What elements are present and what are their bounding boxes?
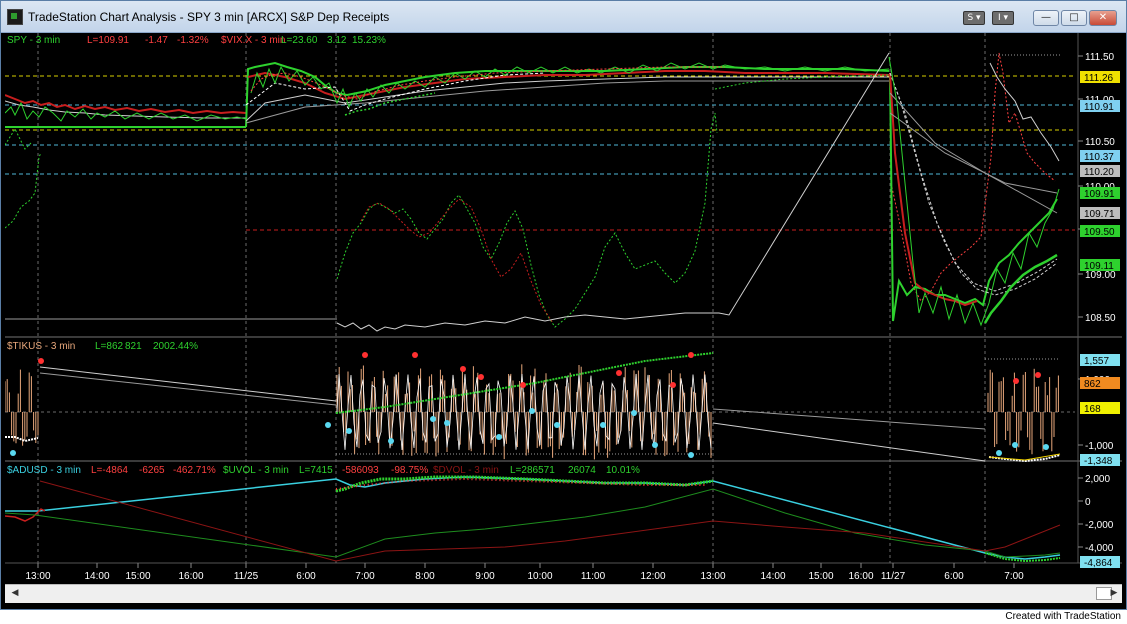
adud-percent: -462.71% <box>173 465 216 476</box>
horizontal-scrollbar[interactable]: ◀ ▶ <box>5 584 1122 603</box>
time-label: 15:00 <box>808 571 833 582</box>
title-bar[interactable]: TradeStation Chart Analysis - SPY 3 min … <box>1 1 1126 33</box>
price-tag: 109.11 <box>1084 261 1114 272</box>
axis-label: -1,000 <box>1085 441 1114 452</box>
time-label: 16:00 <box>848 571 873 582</box>
price-tag: 111.26 <box>1084 73 1114 84</box>
axis-label: 110.50 <box>1085 137 1115 148</box>
price-tag: -1,348 <box>1084 456 1113 467</box>
price-tag: 1,557 <box>1084 356 1109 367</box>
time-label: 6:00 <box>944 571 964 582</box>
interval-link-label: I <box>997 13 1001 23</box>
tick-v3: 2002.44% <box>153 341 198 352</box>
time-label: 6:00 <box>296 571 316 582</box>
axis-label: -2,000 <box>1085 520 1114 531</box>
vix-percent: 15.23% <box>352 35 386 46</box>
adud-last: L=-4864 <box>91 465 128 476</box>
interval-link-button[interactable]: I ▾ <box>992 11 1014 25</box>
time-label: 7:00 <box>355 571 375 582</box>
time-label: 11/27 <box>881 571 906 582</box>
time-label: 10:00 <box>527 571 552 582</box>
time-label: 13:00 <box>25 571 50 582</box>
spy-change: -1.47 <box>145 35 168 46</box>
price-tag: 110.37 <box>1084 152 1114 163</box>
dvol-percent: 10.01% <box>606 465 640 476</box>
tick-last: L=862 <box>95 341 124 352</box>
time-label: 11:00 <box>581 571 606 582</box>
minimize-button[interactable]: — <box>1033 10 1059 26</box>
breadth-tags: -4,864 <box>1080 556 1120 569</box>
price-tag: 110.91 <box>1084 102 1114 113</box>
minimize-icon: — <box>1041 12 1051 23</box>
tick-v2: 821 <box>125 341 142 352</box>
vix-change: 3.12 <box>327 35 347 46</box>
adud-symbol-label: $ADUSD - 3 min <box>7 465 81 476</box>
time-label: 16:00 <box>178 571 203 582</box>
uvol-last: L=7415 <box>299 465 333 476</box>
time-label: 13:00 <box>700 571 725 582</box>
tick-legend: $TIKUS - 3 min L=862 821 2002.44% <box>7 341 198 352</box>
close-icon: ✕ <box>1098 12 1108 23</box>
time-label: 8:00 <box>415 571 435 582</box>
price-tag: 168 <box>1084 404 1101 415</box>
window-title: TradeStation Chart Analysis - SPY 3 min … <box>28 10 390 24</box>
vix-symbol-label: $VIX.X - 3 min <box>221 35 285 46</box>
scroll-right-icon[interactable]: ▶ <box>1106 586 1122 601</box>
symbol-link-button[interactable]: S ▾ <box>963 11 985 25</box>
credit-text: Created with TradeStation <box>1005 611 1121 622</box>
axis-label: 111.50 <box>1085 52 1115 63</box>
uvol-symbol-label: $UVOL - 3 min <box>223 465 289 476</box>
spy-last: L=109.91 <box>87 35 129 46</box>
adud-change: -6265 <box>139 465 165 476</box>
time-label: 11/25 <box>234 571 259 582</box>
dvol-change: 26074 <box>568 465 596 476</box>
scroll-left-icon[interactable]: ◀ <box>7 586 23 601</box>
symbol-link-label: S <box>967 13 974 23</box>
spy-percent: -1.32% <box>177 35 209 46</box>
price-tag: 862 <box>1084 379 1101 390</box>
breadth-legend: $ADUSD - 3 min L=-4864 -6265 -462.71% $U… <box>7 465 640 476</box>
price-tag: 109.91 <box>1084 189 1115 200</box>
tradestation-app-icon <box>7 9 23 25</box>
time-label: 15:00 <box>125 571 150 582</box>
spy-symbol-label: SPY - 3 min <box>7 35 60 46</box>
vix-last: L=23.60 <box>281 35 318 46</box>
price-tag: -4,864 <box>1084 558 1113 569</box>
price-tag: 109.71 <box>1084 209 1115 220</box>
dvol-symbol-label: $DVOL - 3 min <box>433 465 499 476</box>
chart-area[interactable]: SPY - 3 min L=109.91 -1.47 -1.32% $VIX.X… <box>5 33 1122 583</box>
axis-label: -4,000 <box>1085 543 1114 554</box>
time-label: 7:00 <box>1004 571 1024 582</box>
axis-label: 0 <box>1085 497 1091 508</box>
tick-symbol-label: $TIKUS - 3 min <box>7 341 75 352</box>
price-tag: 109.50 <box>1084 227 1115 238</box>
chart-window: TradeStation Chart Analysis - SPY 3 min … <box>0 0 1127 610</box>
time-label: 14:00 <box>84 571 109 582</box>
time-label: 14:00 <box>760 571 785 582</box>
maximize-button[interactable]: □ <box>1061 10 1087 26</box>
axis-label: 2,000 <box>1085 474 1110 485</box>
close-button[interactable]: ✕ <box>1089 10 1117 26</box>
uvol-change: -586093 <box>342 465 379 476</box>
price-tag: 110.20 <box>1084 167 1114 178</box>
time-label: 9:00 <box>475 571 495 582</box>
maximize-icon: □ <box>1069 12 1079 23</box>
axis-label: 108.50 <box>1085 313 1116 324</box>
dvol-last: L=286571 <box>510 465 555 476</box>
time-label: 12:00 <box>640 571 665 582</box>
uvol-percent: -98.75% <box>391 465 428 476</box>
